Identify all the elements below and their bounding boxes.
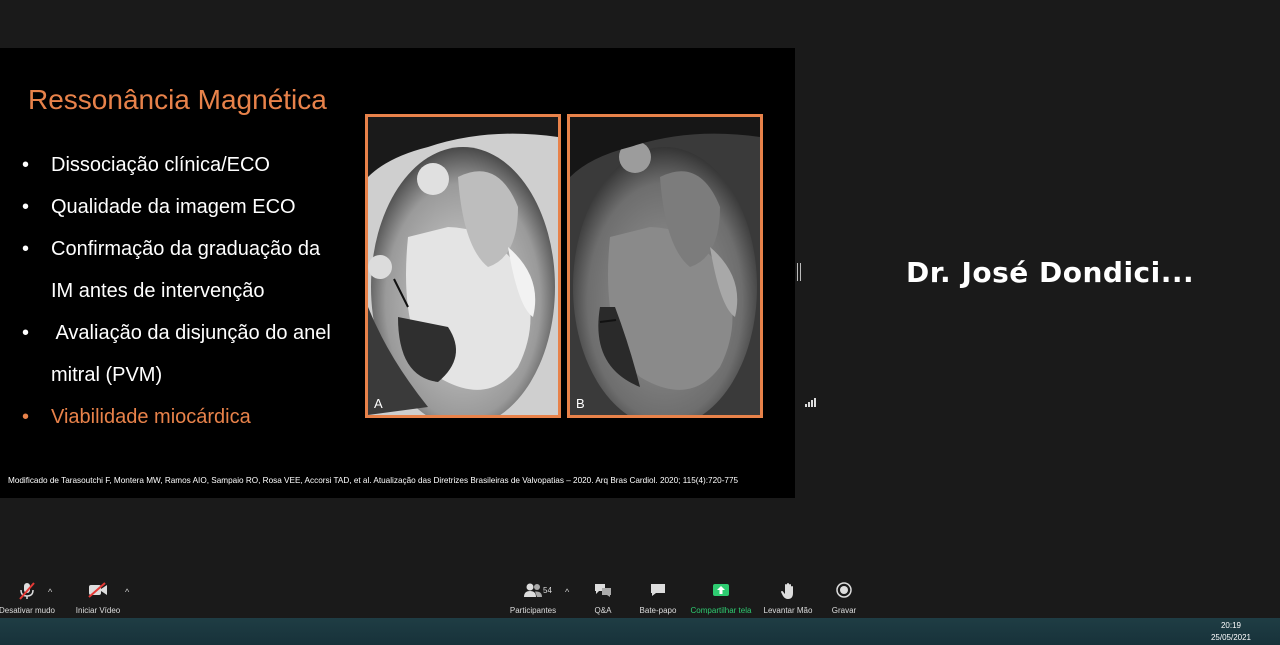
hand-icon bbox=[762, 582, 814, 606]
unmute-label: Desativar mudo bbox=[0, 606, 56, 615]
bullet-item: • Avaliação da disjunção do anel mitral … bbox=[22, 312, 352, 396]
audio-options-caret[interactable]: ^ bbox=[48, 587, 52, 597]
bullet-dot: • bbox=[22, 154, 30, 176]
system-clock[interactable]: 20:19 25/05/2021 bbox=[1211, 620, 1251, 644]
mri-scan-b-graphic bbox=[570, 117, 760, 415]
qa-button[interactable]: Q&A bbox=[588, 578, 618, 618]
bullet-list: • Dissociação clínica/ECO • Qualidade da… bbox=[22, 144, 352, 438]
bullet-dot: • bbox=[22, 196, 30, 218]
bullet-text: Dissociação clínica/ECO bbox=[51, 154, 270, 176]
bullet-text: Viabilidade miocárdica bbox=[51, 406, 251, 428]
bullet-text: Avaliação da disjunção do anel bbox=[51, 322, 331, 344]
active-speaker-name: Dr. José Dondici... bbox=[906, 256, 1195, 289]
raise-hand-button[interactable]: Levantar Mão bbox=[762, 578, 814, 618]
video-options-caret[interactable]: ^ bbox=[125, 587, 129, 597]
bullet-text-continued: IM antes de intervenção bbox=[51, 280, 265, 302]
mri-image-a: A bbox=[365, 114, 561, 418]
clock-date: 25/05/2021 bbox=[1210, 633, 1251, 642]
participants-label: Participantes bbox=[509, 606, 557, 615]
bullet-dot: • bbox=[22, 322, 30, 344]
bullet-dot: • bbox=[22, 238, 30, 260]
slide-title: Ressonância Magnética bbox=[28, 84, 327, 115]
bullet-item: • Qualidade da imagem ECO bbox=[22, 186, 352, 228]
clock-time: 20:19 bbox=[1220, 621, 1241, 630]
meeting-toolbar: Desativar mudo ^ Iniciar Vídeo ^ Partici… bbox=[0, 578, 1280, 618]
shared-screen-slide: Ressonância Magnética • Dissociação clín… bbox=[0, 48, 795, 498]
bullet-text-continued: mitral (PVM) bbox=[51, 364, 163, 386]
share-screen-label: Compartilhar tela bbox=[690, 606, 752, 615]
mri-scan-a-graphic bbox=[368, 117, 558, 415]
image-label-b: B bbox=[576, 396, 585, 411]
chat-label: Bate-papo bbox=[639, 606, 677, 615]
participants-count: 54 bbox=[543, 586, 552, 595]
record-button[interactable]: Gravar bbox=[829, 578, 859, 618]
connection-signal-icon bbox=[805, 398, 816, 407]
mri-image-b: B bbox=[567, 114, 763, 418]
bullet-text: Qualidade da imagem ECO bbox=[51, 196, 296, 218]
bullet-text: Confirmação da graduação da bbox=[51, 238, 321, 260]
qa-icon bbox=[588, 582, 618, 606]
image-label-a: A bbox=[374, 396, 383, 411]
participants-button[interactable]: Participantes bbox=[508, 578, 558, 618]
qa-label: Q&A bbox=[594, 606, 612, 615]
os-taskbar: 20:19 25/05/2021 bbox=[0, 618, 1280, 645]
participants-options-caret[interactable]: ^ bbox=[565, 587, 569, 597]
slide-citation: Modificado de Tarasoutchi F, Montera MW,… bbox=[8, 476, 739, 485]
video-off-icon bbox=[72, 582, 124, 606]
chat-button[interactable]: Bate-papo bbox=[636, 578, 680, 618]
chat-icon bbox=[636, 582, 680, 606]
share-screen-icon bbox=[688, 582, 754, 606]
unmute-button[interactable]: Desativar mudo bbox=[0, 578, 58, 618]
record-label: Gravar bbox=[831, 606, 857, 615]
bullet-item: • Dissociação clínica/ECO bbox=[22, 144, 352, 186]
bullet-item: • Confirmação da graduação da IM antes d… bbox=[22, 228, 352, 312]
share-screen-button[interactable]: Compartilhar tela bbox=[688, 578, 754, 618]
start-video-label: Iniciar Vídeo bbox=[75, 606, 121, 615]
bullet-dot: • bbox=[22, 406, 30, 428]
split-view-resize-handle[interactable] bbox=[797, 263, 801, 281]
start-video-button[interactable]: Iniciar Vídeo bbox=[72, 578, 124, 618]
raise-hand-label: Levantar Mão bbox=[763, 606, 813, 615]
record-icon bbox=[829, 582, 859, 606]
bullet-item-highlighted: • Viabilidade miocárdica bbox=[22, 396, 352, 438]
